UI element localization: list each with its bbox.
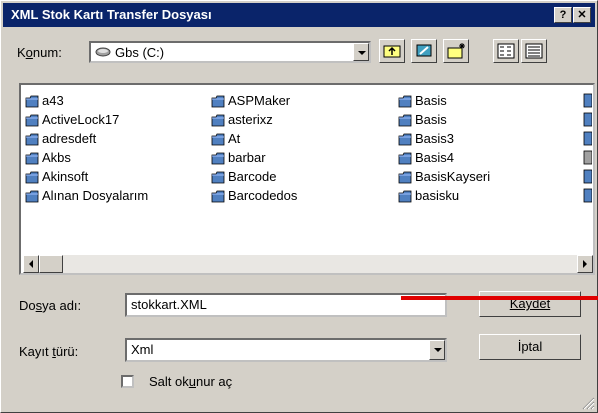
folder-item[interactable]: adresdeft (25, 129, 148, 148)
drive-icon (95, 46, 111, 58)
save-button[interactable]: Kaydet (479, 291, 581, 317)
help-button[interactable]: ? (554, 7, 572, 23)
location-label: Konum: (17, 45, 62, 60)
folder-item[interactable]: asterixz (211, 110, 297, 129)
folder-item[interactable]: ASPMaker (211, 91, 297, 110)
horizontal-scrollbar[interactable] (23, 255, 593, 273)
folder-icon (25, 94, 39, 108)
new-folder-icon[interactable] (443, 39, 469, 63)
readonly-checkbox[interactable] (121, 375, 134, 388)
location-combo[interactable]: Gbs (C:) (89, 41, 371, 63)
folder-item[interactable]: At (211, 129, 297, 148)
filetype-dropdown-button[interactable] (429, 340, 445, 360)
folder-item[interactable]: a43 (25, 91, 148, 110)
folder-icon (211, 94, 225, 108)
location-value: Gbs (C:) (115, 45, 165, 60)
folder-icon (398, 113, 412, 127)
folder-icon (211, 132, 225, 146)
folder-item[interactable]: barbar (211, 148, 297, 167)
folder-icon (211, 151, 225, 165)
folder-icon (211, 113, 225, 127)
file-column-1: a43 ActiveLock17 adresdeft Akbs Akinsoft… (25, 91, 148, 205)
desktop-icon[interactable] (411, 39, 437, 63)
folder-item[interactable]: ActiveLock17 (25, 110, 148, 129)
resize-grip[interactable] (581, 396, 595, 410)
save-dialog: XML Stok Kartı Transfer Dosyası ? ✕ Konu… (0, 0, 598, 413)
folder-item[interactable]: Basis (398, 91, 490, 110)
folder-icon (25, 113, 39, 127)
title-bar: XML Stok Kartı Transfer Dosyası ? ✕ (3, 3, 595, 27)
list-view-icon[interactable] (493, 39, 519, 63)
annotation-line (401, 296, 598, 300)
close-button[interactable]: ✕ (573, 7, 591, 23)
filename-label: Dosya adı: (19, 298, 82, 313)
folder-item[interactable]: Barcode (211, 167, 297, 186)
folder-item[interactable]: BasisKayseri (398, 167, 490, 186)
folder-item[interactable]: Barcodedos (211, 186, 297, 205)
filetype-label: Kayıt türü: (19, 344, 79, 359)
folder-icon (398, 189, 412, 203)
folder-item[interactable]: Akinsoft (25, 167, 148, 186)
folder-icon (398, 94, 412, 108)
details-view-icon[interactable] (521, 39, 547, 63)
filename-field[interactable]: stokkart.XML (125, 293, 447, 317)
folder-icon (25, 170, 39, 184)
filetype-combo[interactable]: Xml (125, 338, 447, 362)
location-dropdown-button[interactable] (353, 43, 369, 61)
folder-item[interactable]: BasisBasis (398, 110, 490, 129)
folder-icon (25, 132, 39, 146)
folder-item[interactable]: Basis4 (398, 148, 490, 167)
file-column-3: Basis BasisBasis Basis3 Basis4 BasisKays… (398, 91, 490, 205)
scroll-right-button[interactable] (577, 255, 593, 273)
folder-icon (211, 170, 225, 184)
folder-icon (25, 151, 39, 165)
filename-value: stokkart.XML (131, 297, 207, 312)
folder-item[interactable]: Alınan Dosyalarım (25, 186, 148, 205)
file-list[interactable]: a43 ActiveLock17 adresdeft Akbs Akinsoft… (19, 83, 595, 275)
folder-icon (398, 151, 412, 165)
folder-icon (398, 132, 412, 146)
filetype-value: Xml (131, 342, 154, 357)
folder-item[interactable]: Akbs (25, 148, 148, 167)
file-column-2: ASPMaker asterixz At barbar Barcode Barc… (211, 91, 297, 205)
cancel-button[interactable]: İptal (479, 334, 581, 360)
folder-item[interactable]: Basis3 (398, 129, 490, 148)
folder-item[interactable]: basisku (398, 186, 490, 205)
partial-column-edge (582, 91, 592, 241)
scroll-left-button[interactable] (23, 255, 39, 273)
folder-icon (25, 189, 39, 203)
readonly-label: Salt okunur aç (149, 374, 233, 389)
up-folder-icon[interactable] (379, 39, 405, 63)
dialog-title: XML Stok Kartı Transfer Dosyası (11, 7, 212, 22)
folder-icon (398, 170, 412, 184)
scroll-thumb[interactable] (39, 255, 63, 273)
folder-icon (211, 189, 225, 203)
